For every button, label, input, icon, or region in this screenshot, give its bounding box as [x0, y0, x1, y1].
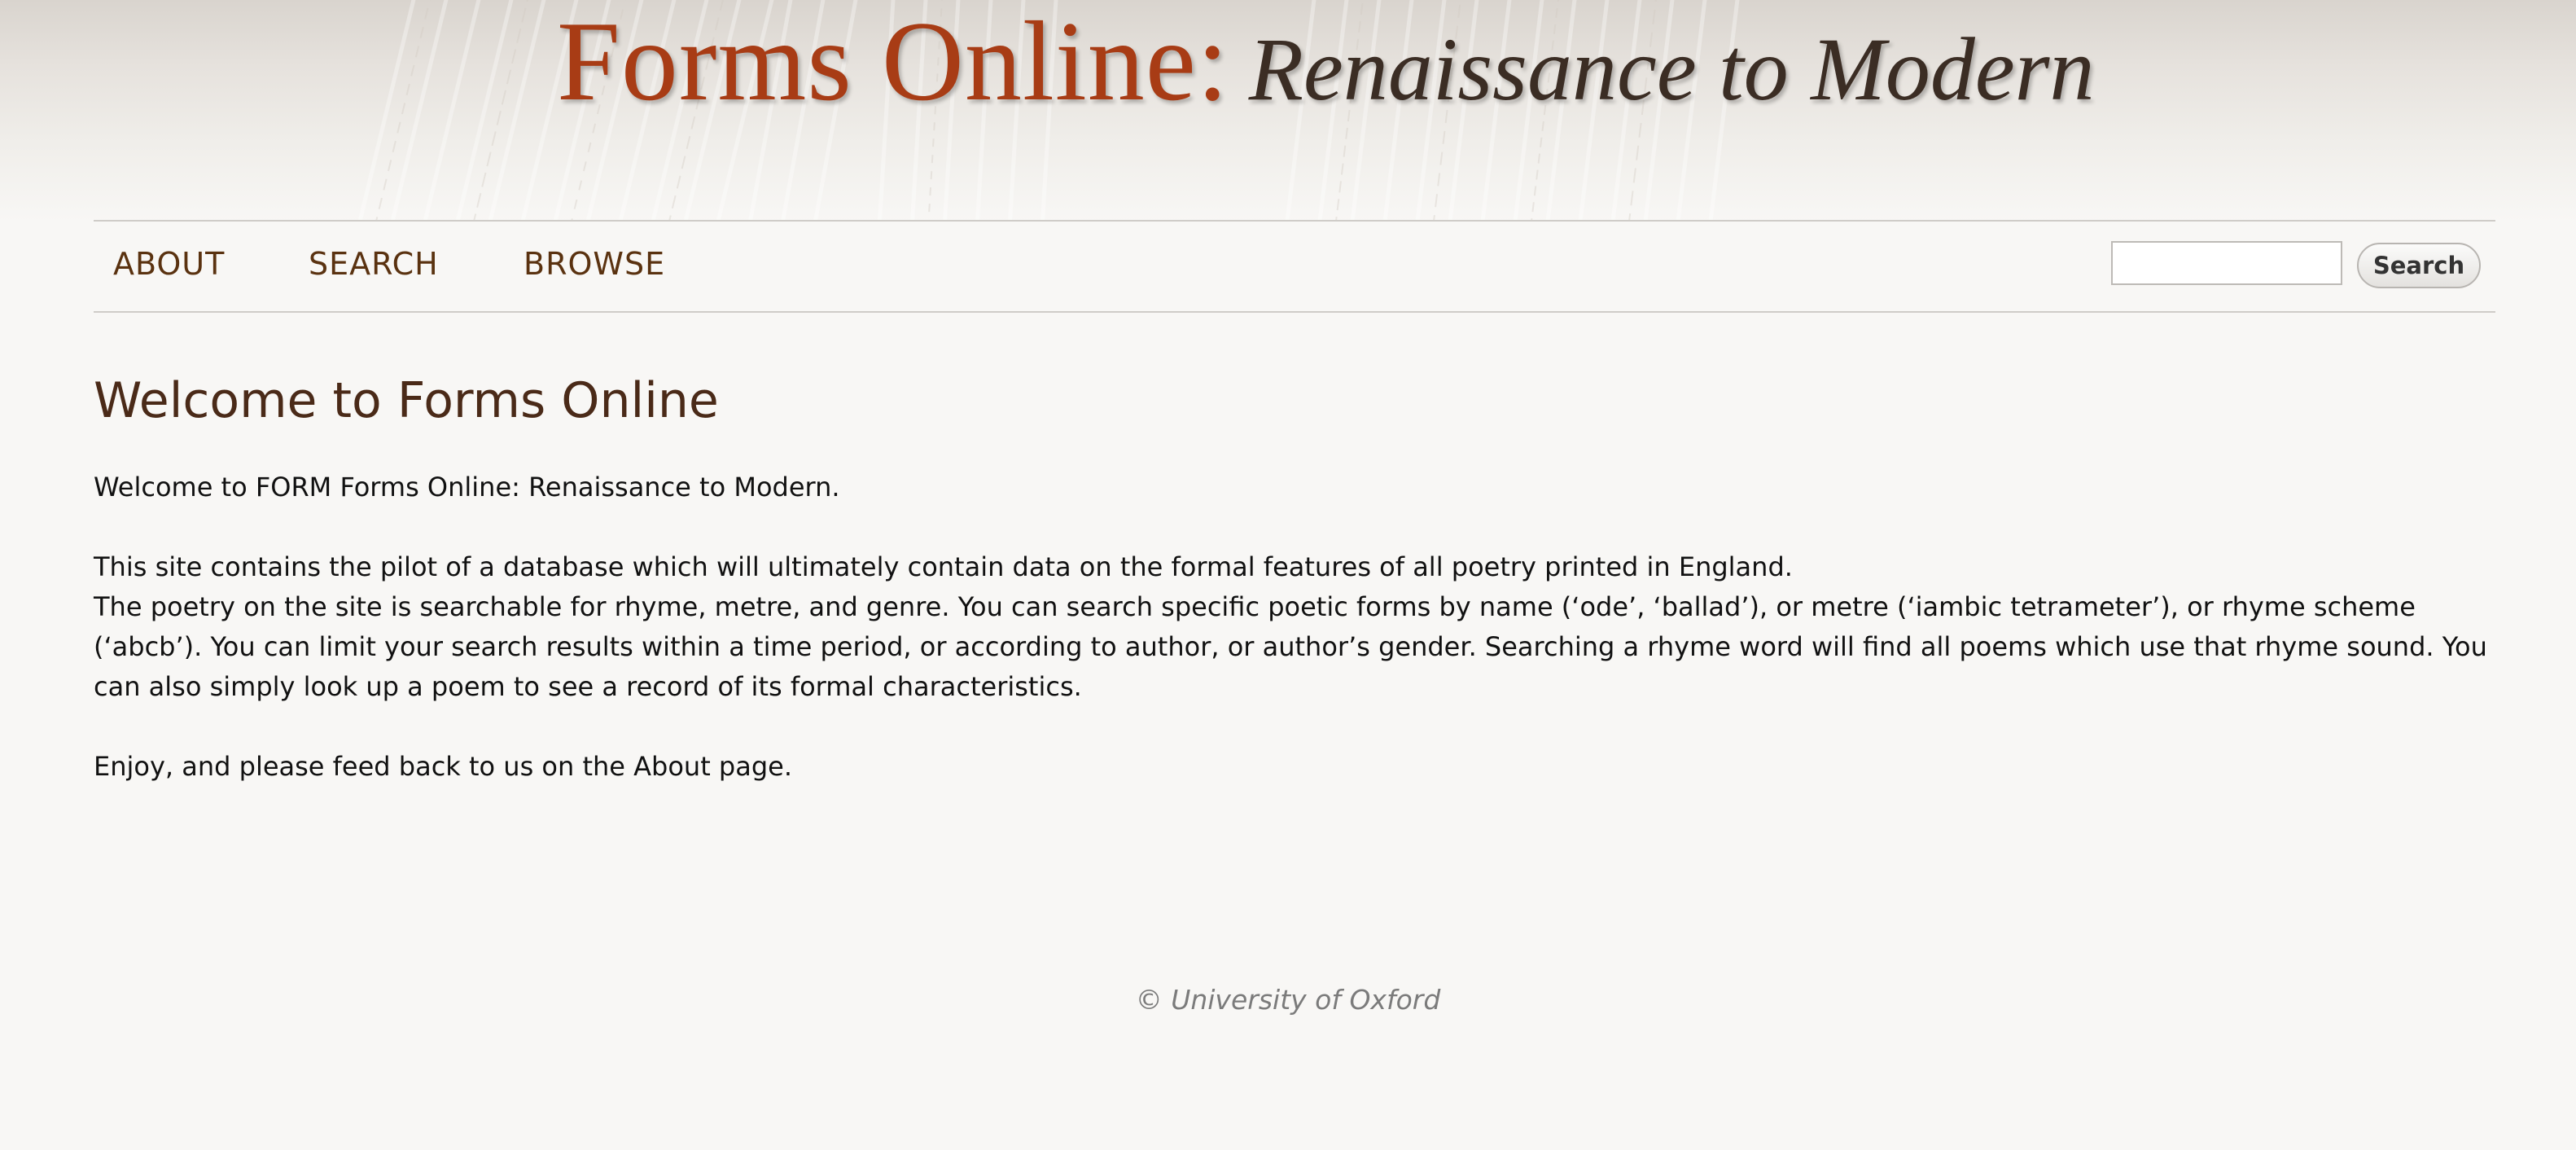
main-navigation: ABOUT SEARCH BROWSE Search — [94, 220, 2495, 313]
nav-item-browse[interactable]: BROWSE — [524, 246, 665, 282]
intro-paragraph: Welcome to FORM Forms Online: Renaissanc… — [94, 472, 840, 503]
feedback-paragraph: Enjoy, and please feed back to us on the… — [94, 751, 793, 782]
page: Forms Online: Renaissance to Modern ABOUT… — [0, 0, 2576, 1150]
page-title: Welcome to Forms Online — [94, 372, 719, 429]
site-title-subtitle: Renaissance to Modern — [1248, 20, 2095, 119]
site-title[interactable]: Forms Online: Renaissance to Modern — [557, 5, 2094, 119]
footer-copyright: © University of Oxford — [1135, 984, 1441, 1016]
description-paragraph: This site contains the pilot of a databa… — [94, 551, 1793, 582]
search-input[interactable] — [2111, 241, 2342, 285]
nav-item-search[interactable]: SEARCH — [309, 246, 439, 282]
nav-item-about[interactable]: ABOUT — [113, 246, 225, 282]
main-content: Welcome to Forms Online Welcome to FORM … — [94, 367, 2495, 787]
header-banner: Forms Online: Renaissance to Modern — [0, 0, 2576, 222]
site-title-main: Forms Online: — [557, 0, 1229, 125]
search-button[interactable]: Search — [2357, 243, 2481, 288]
search-info-paragraph: The poetry on the site is searchable for… — [94, 591, 2487, 702]
